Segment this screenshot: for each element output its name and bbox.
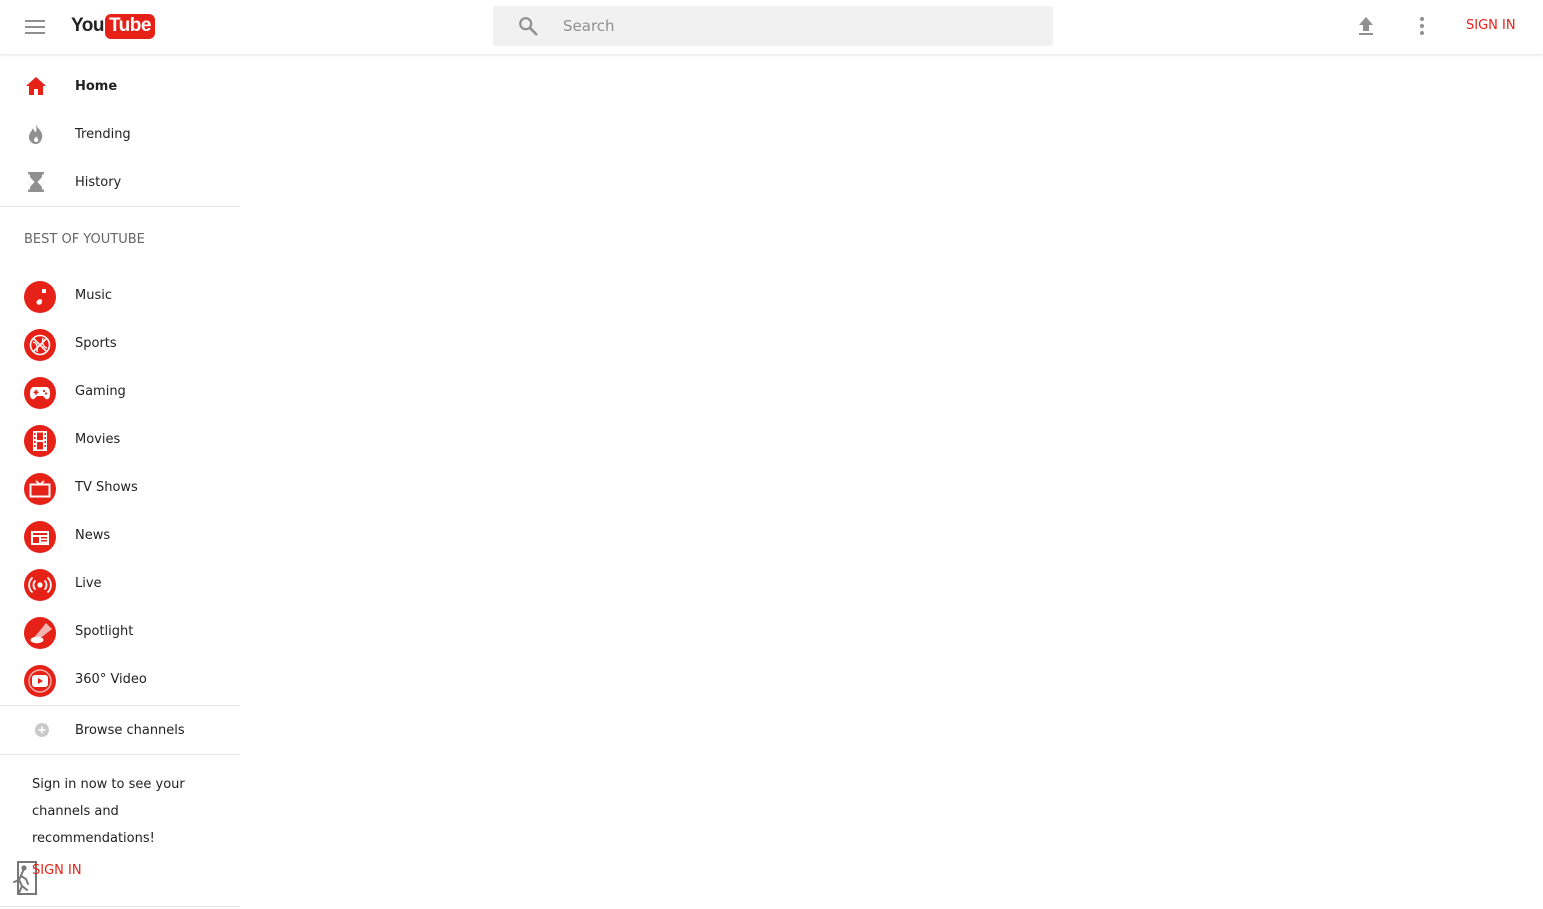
- spotlight-icon: [24, 617, 56, 649]
- sidebar-item-label: Movies: [75, 432, 121, 447]
- sidebar-divider: [0, 754, 240, 755]
- search-input[interactable]: [563, 6, 1033, 46]
- sidebar-item-live[interactable]: Live: [0, 561, 240, 609]
- hamburger-menu-icon: [25, 20, 45, 34]
- sidebar-item-gaming[interactable]: Gaming: [0, 369, 240, 417]
- sign-in-promo-text: Sign in now to see your channels and rec…: [32, 777, 185, 846]
- section-title-best-of-youtube: BEST OF YOUTUBE: [24, 232, 145, 247]
- sidebar-item-sports[interactable]: Sports: [0, 321, 240, 369]
- 360-video-icon: [24, 665, 56, 697]
- sidebar-item-label: TV Shows: [75, 480, 138, 495]
- sidebar-divider: [0, 906, 240, 907]
- guide-sidebar: Home Trending History BEST OF YOUTUBE Mu…: [0, 54, 240, 909]
- logo-you-text: You: [71, 15, 104, 36]
- film-icon: [24, 425, 56, 457]
- youtube-logo[interactable]: You Tube: [71, 12, 155, 40]
- sidebar-item-news[interactable]: News: [0, 513, 240, 561]
- basketball-icon: [24, 329, 56, 361]
- sidebar-item-label: News: [75, 528, 111, 543]
- guide-menu-button[interactable]: [22, 14, 48, 40]
- broadcast-icon: [24, 569, 56, 601]
- sidebar-item-label: Home: [75, 78, 118, 94]
- sidebar-item-browse-channels[interactable]: Browse channels: [0, 706, 240, 754]
- sidebar-item-label: 360° Video: [75, 672, 147, 687]
- sign-in-button[interactable]: SIGN IN: [1466, 18, 1516, 33]
- home-icon: [24, 74, 48, 98]
- sidebar-item-label: Music: [75, 288, 112, 303]
- sidebar-item-label: Gaming: [75, 384, 126, 399]
- sidebar-item-tv-shows[interactable]: TV Shows: [0, 465, 240, 513]
- logo-tube-text: Tube: [104, 13, 155, 39]
- sidebar-item-movies[interactable]: Movies: [0, 417, 240, 465]
- main-content: [240, 54, 1543, 909]
- gamepad-icon: [24, 377, 56, 409]
- search-box: [493, 6, 1053, 46]
- sidebar-item-label: History: [75, 174, 122, 190]
- sidebar-divider: [0, 206, 240, 207]
- sidebar-item-music[interactable]: Music: [0, 273, 240, 321]
- sidebar-item-label: Live: [75, 576, 102, 591]
- flame-icon: [24, 122, 48, 146]
- newspaper-icon: [24, 521, 56, 553]
- add-circle-icon: [30, 718, 54, 742]
- sidebar-item-label: Sports: [75, 336, 117, 351]
- upload-icon[interactable]: [1354, 14, 1378, 38]
- sidebar-item-history[interactable]: History: [0, 158, 240, 206]
- sidebar-sign-in-link[interactable]: SIGN IN: [32, 863, 82, 878]
- sidebar-item-home[interactable]: Home: [0, 62, 240, 110]
- sidebar-item-label: Browse channels: [75, 722, 185, 738]
- sidebar-item-trending[interactable]: Trending: [0, 110, 240, 158]
- search-icon[interactable]: [517, 15, 539, 37]
- music-note-icon: [24, 281, 56, 313]
- sidebar-item-label: Spotlight: [75, 624, 134, 639]
- sidebar-item-360-video[interactable]: 360° Video: [0, 657, 240, 705]
- masthead: You Tube SIGN IN: [0, 0, 1543, 54]
- sidebar-item-label: Trending: [75, 126, 131, 142]
- sidebar-item-spotlight[interactable]: Spotlight: [0, 609, 240, 657]
- more-vert-icon[interactable]: [1410, 14, 1434, 38]
- tv-icon: [24, 473, 56, 505]
- hourglass-icon: [24, 170, 48, 194]
